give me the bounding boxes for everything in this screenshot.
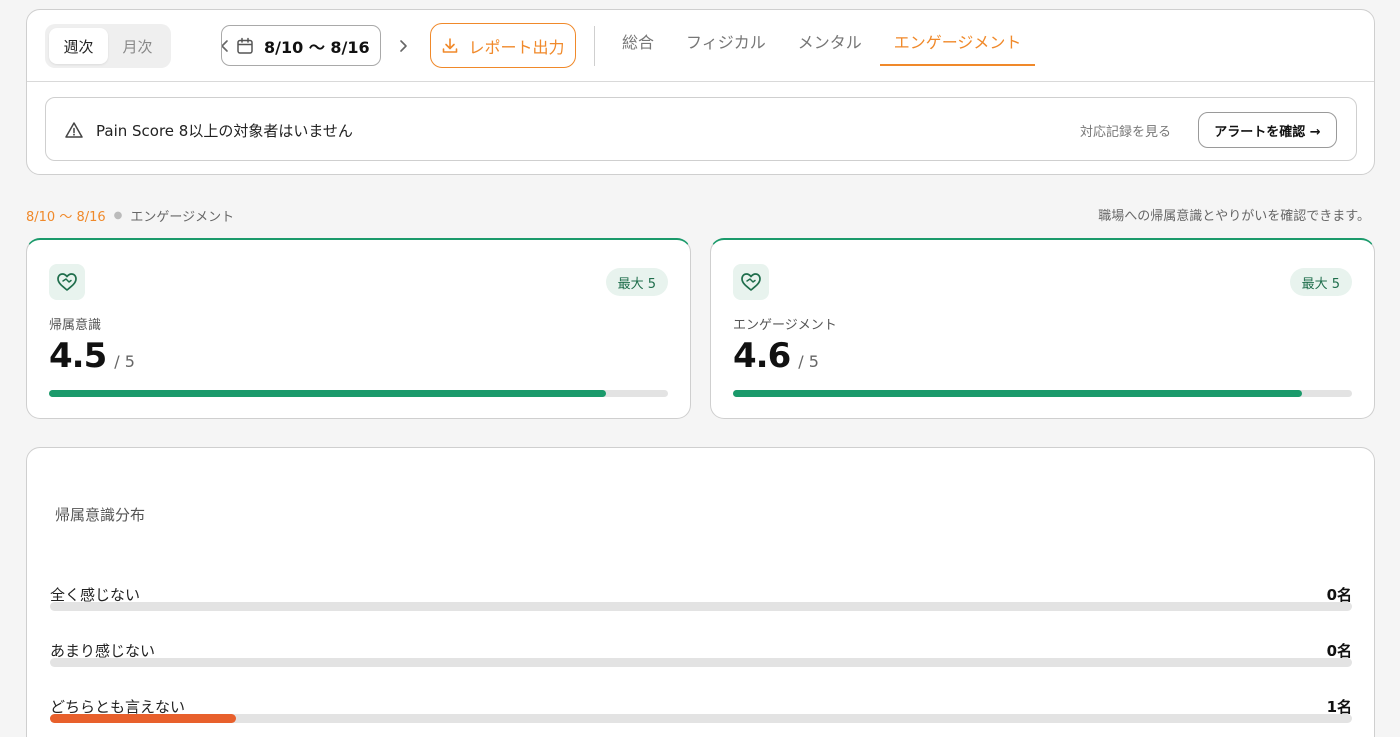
tab-mental[interactable]: メンタル [784, 10, 876, 82]
heart-handshake-icon [733, 264, 769, 300]
date-range-text: 8/10 〜 8/16 [264, 37, 370, 57]
date-range-picker[interactable]: 8/10 〜 8/16 [221, 25, 381, 66]
export-report-button[interactable]: レポート出力 [430, 23, 576, 68]
category-tabs: 総合 フィジカル メンタル エンゲージメント [608, 10, 1039, 82]
calendar-icon [237, 37, 253, 54]
toolbar: 週次 月次 8/10 〜 8/16 レポート出力 総合 フィジカル メンタル エ… [27, 10, 1374, 82]
max-badge: 最大 5 [605, 268, 668, 296]
metric-card-engagement: 最大 5 エンゲージメント 4.6 / 5 [710, 238, 1375, 419]
heart-handshake-icon [49, 264, 85, 300]
next-period-button[interactable] [393, 32, 413, 60]
metric-progress-fill [49, 390, 607, 397]
warning-icon [65, 122, 83, 138]
distribution-card: 帰属意識分布 全く感じない 0名 あまり感じない 0名 どちらとも言えない 1名 [26, 447, 1375, 737]
distribution-row-fill [50, 714, 237, 723]
metric-denominator: / 5 [114, 352, 135, 371]
period-weekly-option[interactable]: 週次 [49, 28, 108, 64]
distribution-title: 帰属意識分布 [55, 506, 146, 524]
distribution-row-track [50, 658, 1352, 667]
history-link[interactable]: 対応記録を見る [1080, 121, 1171, 140]
chevron-right-icon [400, 40, 407, 52]
confirm-alert-button[interactable]: アラートを確認 → [1198, 112, 1337, 148]
distribution-row-track [50, 602, 1352, 611]
section-header: 8/10 〜 8/16 ● エンゲージメント [26, 206, 234, 225]
distribution-row-track [50, 714, 1352, 723]
tab-engagement[interactable]: エンゲージメント [879, 10, 1036, 82]
metric-progress-fill [733, 390, 1303, 397]
alert-message: Pain Score 8以上の対象者はいません [96, 122, 353, 140]
export-label: レポート出力 [468, 37, 565, 57]
metric-value: 4.5 [49, 336, 107, 376]
metric-progress-track [733, 390, 1352, 397]
metric-label: エンゲージメント [733, 318, 837, 333]
tab-physical[interactable]: フィジカル [672, 10, 780, 82]
download-icon [443, 37, 458, 53]
alert-bar: Pain Score 8以上の対象者はいません 対応記録を見る アラートを確認 … [45, 97, 1357, 161]
metric-value: 4.6 [733, 336, 791, 376]
toolbar-divider [594, 26, 595, 66]
section-description: 職場への帰属意識とやりがいを確認できます。 [1098, 209, 1370, 224]
metric-card-belonging: 最大 5 帰属意識 4.5 / 5 [26, 238, 691, 419]
metric-progress-track [49, 390, 668, 397]
max-badge: 最大 5 [1289, 268, 1352, 296]
separator-dot: ● [113, 210, 123, 221]
metric-label: 帰属意識 [49, 318, 102, 333]
top-panel: 週次 月次 8/10 〜 8/16 レポート出力 総合 フィジカル メンタル エ… [26, 9, 1375, 175]
section-range: 8/10 〜 8/16 [26, 210, 106, 225]
period-monthly-option[interactable]: 月次 [108, 28, 167, 64]
tab-overall[interactable]: 総合 [608, 10, 668, 82]
metric-value-row: 4.5 / 5 [49, 336, 135, 376]
metric-denominator: / 5 [798, 352, 819, 371]
section-category: エンゲージメント [130, 210, 235, 225]
period-toggle: 週次 月次 [45, 24, 171, 68]
metric-value-row: 4.6 / 5 [733, 336, 819, 376]
